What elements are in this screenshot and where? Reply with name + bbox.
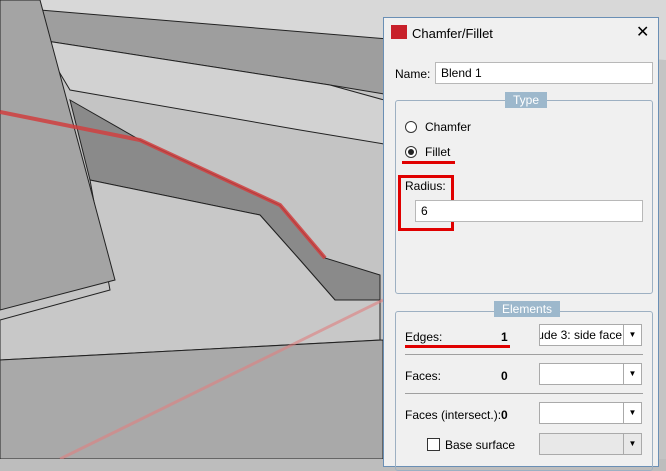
edges-label: Edges: — [405, 330, 443, 344]
base-surface-checkbox[interactable] — [427, 438, 440, 451]
radio-circle-selected — [405, 146, 417, 158]
edges-combo-value: ude 3: side face — [539, 328, 622, 342]
faces-intersect-combo[interactable]: ▼ — [539, 402, 642, 424]
chamfer-fillet-dialog: Chamfer/Fillet ✕ Name: Blend 1 Type Cham… — [383, 17, 659, 471]
edges-underline — [405, 345, 510, 348]
radio-circle — [405, 121, 417, 133]
app-icon — [391, 25, 407, 39]
radius-label: Radius: — [405, 179, 446, 193]
close-icon[interactable]: ✕ — [636, 22, 649, 42]
faces-combo[interactable]: ▼ — [539, 363, 642, 385]
edges-combo[interactable]: ude 3: side face ▼ — [539, 324, 642, 346]
chevron-down-icon[interactable]: ▼ — [623, 325, 641, 345]
chevron-down-icon[interactable]: ▼ — [623, 364, 641, 384]
name-input[interactable]: Blend 1 — [435, 62, 653, 84]
chamfer-label: Chamfer — [425, 120, 472, 134]
type-legend: Type — [505, 92, 548, 108]
base-surface-combo: ▼ — [539, 433, 642, 455]
chevron-down-icon: ▼ — [623, 434, 641, 454]
faces-count: 0 — [501, 369, 508, 383]
divider — [405, 354, 643, 355]
chamfer-radio[interactable]: Chamfer — [405, 120, 471, 134]
bottom-face — [0, 339, 384, 459]
dialog-title: Chamfer/Fillet — [412, 26, 493, 41]
edges-count: 1 — [501, 330, 508, 344]
faces-intersect-count: 0 — [501, 408, 508, 422]
base-surface-label: Base surface — [445, 438, 516, 452]
divider — [405, 393, 643, 394]
faces-label: Faces: — [405, 369, 442, 383]
chevron-down-icon[interactable]: ▼ — [623, 403, 641, 423]
fillet-underline — [402, 161, 455, 164]
fillet-radio[interactable]: Fillet — [405, 145, 450, 159]
elements-legend: Elements — [494, 301, 561, 317]
fillet-label: Fillet — [425, 145, 451, 159]
radius-input[interactable]: 6 — [415, 200, 643, 222]
faces-intersect-label: Faces (intersect.): — [405, 408, 502, 422]
name-label: Name: — [395, 67, 431, 81]
